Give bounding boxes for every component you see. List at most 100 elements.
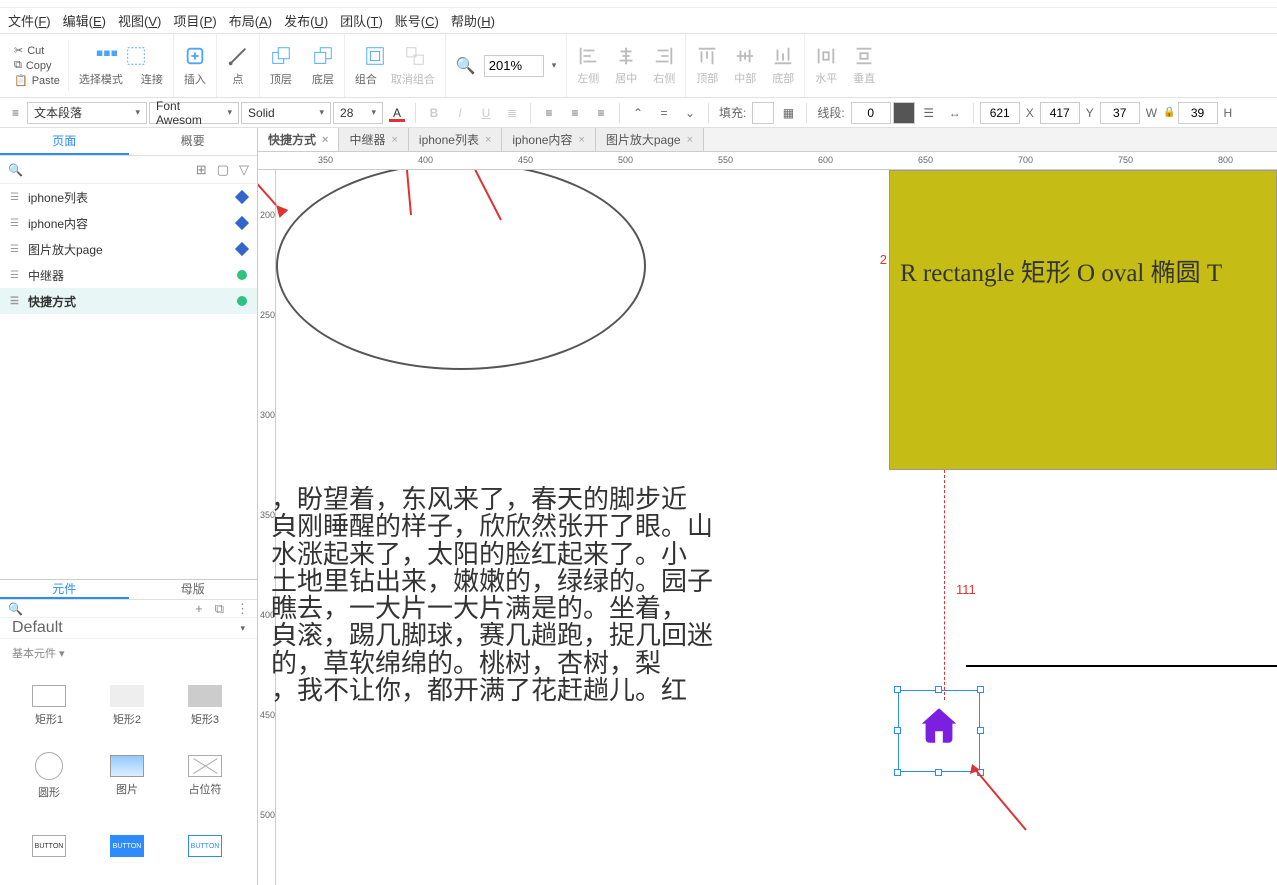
- italic-button[interactable]: I: [448, 102, 472, 124]
- align-right-text-icon[interactable]: ≡: [589, 102, 613, 124]
- point-icon[interactable]: [227, 45, 249, 67]
- search-icon[interactable]: 🔍: [8, 163, 23, 177]
- horizontal-line-shape[interactable]: [966, 665, 1277, 667]
- line-color-swatch[interactable]: [893, 102, 915, 124]
- widget-cell[interactable]: BUTTON: [166, 811, 244, 881]
- resize-handle[interactable]: [894, 686, 901, 693]
- ellipse-shape[interactable]: [276, 170, 646, 370]
- pos-y-input[interactable]: [1040, 102, 1080, 124]
- page-row[interactable]: ☰快捷方式: [0, 288, 257, 314]
- doc-tab[interactable]: 中继器×: [339, 128, 408, 151]
- widget-cell[interactable]: BUTTON: [88, 811, 166, 881]
- valign-top-icon[interactable]: ⌃: [626, 102, 650, 124]
- folder-icon[interactable]: ▢: [217, 162, 229, 178]
- align-center-text-icon[interactable]: ≡: [563, 102, 587, 124]
- prose-text[interactable]: ，盼望着，东风来了，春天的脚步近㒵刚睡醒的样子，欣欣然张开了眼。山 水涨起来了，…: [271, 486, 721, 704]
- widget-more-icon[interactable]: ⋮: [236, 601, 249, 617]
- widget-cell[interactable]: BUTTON: [10, 811, 88, 881]
- fill-more-icon[interactable]: ▦: [776, 102, 800, 124]
- send-back-icon[interactable]: [312, 45, 334, 67]
- doc-tab[interactable]: 图片放大page×: [596, 128, 704, 151]
- close-icon[interactable]: ×: [322, 134, 328, 146]
- tab-pages[interactable]: 页面: [0, 128, 129, 155]
- widget-search-icon[interactable]: 🔍: [8, 602, 23, 616]
- fill-swatch[interactable]: [752, 102, 774, 124]
- align-left-text-icon[interactable]: ≡: [537, 102, 561, 124]
- insert-icon[interactable]: [184, 45, 206, 67]
- font-weight-combo[interactable]: Solid▾: [241, 102, 331, 124]
- doc-tab[interactable]: iphone列表×: [409, 128, 502, 151]
- size-h-input[interactable]: [1178, 102, 1218, 124]
- bold-button[interactable]: B: [422, 102, 446, 124]
- font-color-button[interactable]: A: [385, 102, 409, 124]
- line-style-icon[interactable]: ☰: [917, 102, 941, 124]
- page-row[interactable]: ☰中继器: [0, 262, 257, 288]
- widget-library-combo[interactable]: Default▾: [0, 618, 257, 639]
- resize-handle[interactable]: [977, 686, 984, 693]
- menu-edit[interactable]: 编辑(E): [63, 11, 106, 30]
- filter-icon[interactable]: ▽: [239, 162, 249, 178]
- resize-handle[interactable]: [894, 727, 901, 734]
- page-row[interactable]: ☰iphone列表: [0, 184, 257, 210]
- menu-file[interactable]: 文件(F): [8, 11, 51, 30]
- menu-project[interactable]: 项目(P): [173, 11, 216, 30]
- resize-handle[interactable]: [894, 769, 901, 776]
- line-width-input[interactable]: [851, 102, 891, 124]
- close-icon[interactable]: ×: [687, 134, 693, 146]
- close-icon[interactable]: ×: [485, 134, 491, 146]
- menu-team[interactable]: 团队(T): [340, 11, 383, 30]
- paragraph-style-combo[interactable]: 文本段落▾: [27, 102, 147, 124]
- select-mode-icon[interactable]: [95, 45, 117, 67]
- copy-button[interactable]: ⧉Copy: [14, 59, 60, 72]
- resize-handle[interactable]: [935, 769, 942, 776]
- connect-icon[interactable]: [125, 45, 147, 67]
- page-row[interactable]: ☰iphone内容: [0, 210, 257, 236]
- yellow-rectangle[interactable]: R rectangle 矩形 O oval 椭圆 T: [889, 170, 1277, 470]
- zoom-input[interactable]: [484, 55, 544, 77]
- widget-section-label[interactable]: 基本元件 ▾: [0, 639, 257, 667]
- tab-masters[interactable]: 母版: [129, 580, 258, 599]
- lock-icon[interactable]: 🔒: [1163, 107, 1175, 118]
- bullet-button[interactable]: ≣: [500, 102, 524, 124]
- doc-tab[interactable]: iphone内容×: [502, 128, 595, 151]
- widget-cell[interactable]: 矩形2: [88, 671, 166, 741]
- tab-widgets[interactable]: 元件: [0, 580, 129, 599]
- doc-tab[interactable]: 快捷方式×: [258, 128, 339, 151]
- resize-handle[interactable]: [977, 727, 984, 734]
- paste-button[interactable]: 📋Paste: [14, 74, 60, 87]
- bring-front-icon[interactable]: [270, 45, 292, 67]
- page-row[interactable]: ☰图片放大page: [0, 236, 257, 262]
- menu-publish[interactable]: 发布(U): [284, 11, 328, 30]
- zoom-icon[interactable]: 🔍: [456, 56, 476, 76]
- chevron-down-icon[interactable]: ▾: [552, 60, 557, 71]
- widget-cell[interactable]: 图片: [88, 741, 166, 811]
- menu-help[interactable]: 帮助(H): [451, 11, 495, 30]
- widget-cell[interactable]: 占位符: [166, 741, 244, 811]
- font-family-combo[interactable]: Font Awesom▾: [149, 102, 239, 124]
- close-icon[interactable]: ×: [578, 134, 584, 146]
- arrow-style-icon[interactable]: ↔: [943, 102, 967, 124]
- add-widget-icon[interactable]: +: [195, 601, 203, 616]
- valign-mid-icon[interactable]: =: [652, 102, 676, 124]
- group-icon[interactable]: [364, 45, 386, 67]
- selected-icon-widget[interactable]: [898, 690, 980, 772]
- cut-button[interactable]: ✂Cut: [14, 44, 60, 57]
- close-icon[interactable]: ×: [391, 134, 397, 146]
- add-page-icon[interactable]: ⊞: [196, 162, 207, 178]
- menu-view[interactable]: 视图(V): [118, 11, 161, 30]
- tab-outline[interactable]: 概要: [129, 128, 258, 155]
- valign-bot-icon[interactable]: ⌄: [678, 102, 702, 124]
- widget-opts-icon[interactable]: ⧉: [215, 601, 224, 617]
- underline-button[interactable]: U: [474, 102, 498, 124]
- widget-cell[interactable]: 矩形1: [10, 671, 88, 741]
- size-w-input[interactable]: [1100, 102, 1140, 124]
- widget-cell[interactable]: 矩形3: [166, 671, 244, 741]
- widget-cell[interactable]: 圆形: [10, 741, 88, 811]
- font-size-combo[interactable]: 28▾: [333, 102, 383, 124]
- menu-account[interactable]: 账号(C): [395, 11, 439, 30]
- canvas-stage[interactable]: 2 R rectangle 矩形 O oval 椭圆 T ，盼望着，东风来了，春…: [276, 170, 1277, 885]
- resize-handle[interactable]: [977, 769, 984, 776]
- menu-layout[interactable]: 布局(A): [229, 11, 272, 30]
- resize-handle[interactable]: [935, 686, 942, 693]
- pos-x-input[interactable]: [980, 102, 1020, 124]
